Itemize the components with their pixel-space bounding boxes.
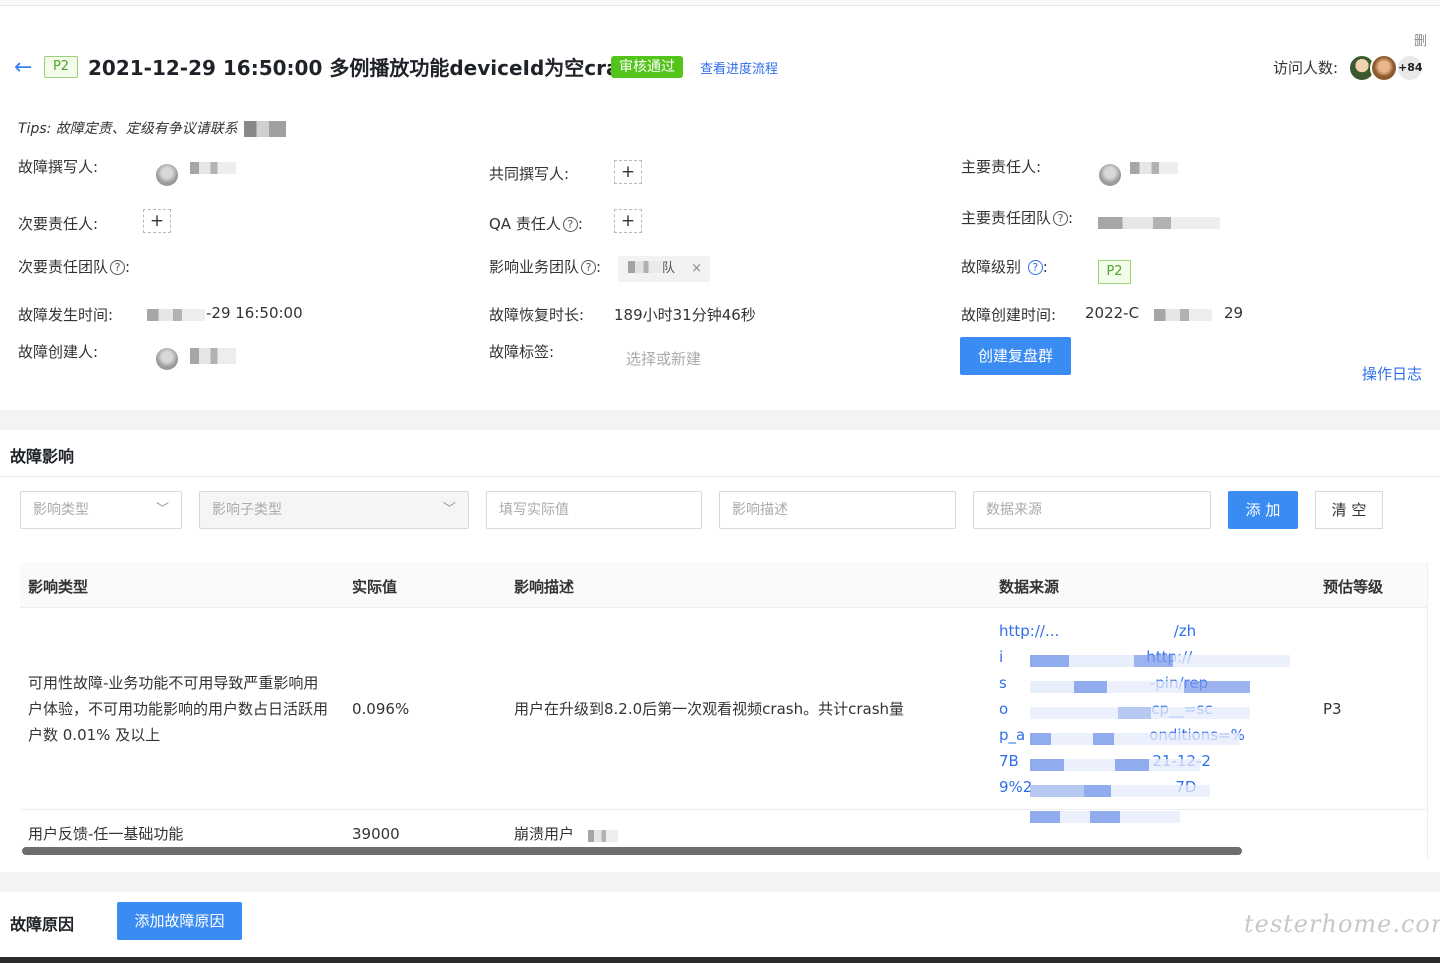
recovery-label: 故障恢复时长: (489, 306, 585, 324)
redacted-date (1154, 309, 1212, 321)
create-time-label: 故障创建时间: (961, 306, 1057, 324)
creator-label: 故障创建人: (18, 343, 99, 361)
brand-watermark: testerhome.com (1244, 910, 1440, 938)
impact-section-title: 故障影响 (10, 447, 75, 466)
operation-log-link[interactable]: 操作日志 (1362, 363, 1422, 384)
horizontal-scrollbar[interactable] (22, 847, 1242, 855)
redacted-url (1030, 733, 1240, 745)
actual-value-cell: 39000 (352, 825, 400, 843)
column-header: 影响描述 (514, 578, 575, 596)
add-coauthor-button[interactable]: + (614, 160, 642, 184)
redacted-author-name (190, 162, 236, 174)
view-progress-link[interactable]: 查看进度流程 (700, 58, 778, 77)
redacted-url (1030, 759, 1200, 771)
estimated-level-cell: P3 (1323, 700, 1342, 718)
impact-type-select[interactable]: 影响类型 ﹀ (20, 491, 182, 529)
data-source-input[interactable] (973, 491, 1211, 529)
redacted-owner-name (1130, 162, 1178, 174)
create-time-suffix: 29 (1224, 304, 1244, 322)
column-header: 预估等级 (1323, 578, 1384, 596)
add-qa-owner-button[interactable]: + (614, 209, 642, 233)
column-header: 数据来源 (999, 578, 1060, 596)
status-badge: 审核通过 (611, 56, 683, 78)
top-strip (0, 0, 1440, 6)
add-secondary-owner-button[interactable]: + (143, 209, 171, 233)
bottom-strip (0, 957, 1440, 963)
tags-label: 故障标签: (489, 343, 555, 361)
column-header: 实际值 (352, 578, 398, 596)
table-header (20, 562, 1427, 608)
impact-desc-cell: 崩溃用户 (514, 825, 575, 843)
impact-type-cell: 可用性故障-业务功能不可用导致严重影响用户体验，不可用功能影响的用户数占日活跃用… (28, 674, 329, 744)
owner-team-label: 主要责任团队?: (961, 209, 1074, 227)
impact-desc-cell: 用户在升级到8.2.0后第一次观看视频crash。共计crash量 (514, 700, 905, 718)
redacted-owner-team (1098, 217, 1220, 229)
redacted-team-name (628, 261, 662, 273)
section-divider (0, 872, 1440, 892)
redacted-url (1030, 681, 1250, 693)
column-header: 影响类型 (28, 578, 89, 596)
help-icon[interactable]: ? (581, 260, 597, 275)
help-icon[interactable]: ? (562, 217, 578, 232)
visitors-more-count[interactable]: +84 (1396, 54, 1424, 82)
add-cause-button[interactable]: 添加故障原因 (117, 902, 242, 940)
help-icon[interactable]: ? (1053, 211, 1069, 226)
owner-label: 主要责任人: (961, 158, 1042, 176)
affected-team-label: 影响业务团队?: (489, 258, 602, 276)
row-divider (20, 809, 1427, 810)
author-label: 故障撰写人: (18, 158, 99, 176)
redacted-url (1030, 811, 1180, 823)
delete-link[interactable]: 删 (1414, 30, 1427, 49)
redacted-date (147, 309, 205, 321)
impact-desc-input[interactable] (719, 491, 956, 529)
recovery-value: 189小时31分钟46秒 (614, 306, 756, 324)
page-title: 2021-12-29 16:50:00 多例播放功能deviceId为空cras… (88, 56, 646, 80)
chevron-down-icon: ﹀ (442, 502, 456, 517)
incident-header: ← P2 2021-12-29 16:50:00 多例播放功能deviceId为… (0, 40, 1440, 96)
avatar[interactable] (1370, 54, 1398, 82)
impact-type-cell: 用户反馈-任一基础功能 (28, 825, 184, 843)
coauthor-label: 共同撰写人: (489, 165, 570, 183)
redacted-creator-name (190, 348, 236, 364)
tags-input[interactable]: 选择或新建 (626, 348, 701, 369)
add-impact-button[interactable]: 添 加 (1228, 491, 1298, 529)
occur-time-value: -29 16:50:00 (206, 304, 303, 322)
actual-value-input[interactable] (486, 491, 702, 529)
section-divider (0, 410, 1440, 430)
tips-text: Tips: 故障定责、定级有争议请联系 (18, 118, 286, 138)
actual-value-cell: 0.096% (352, 700, 410, 718)
redacted-text (588, 830, 618, 842)
redacted-url (1030, 655, 1290, 667)
qa-owner-label: QA 责任人?: (489, 215, 583, 233)
occur-time-label: 故障发生时间: (18, 306, 114, 324)
help-icon[interactable]: ? (1027, 260, 1043, 275)
section-line (0, 476, 1440, 477)
author-avatar (156, 164, 178, 186)
create-time-prefix: 2022-C (1085, 304, 1140, 322)
chevron-down-icon: ﹀ (155, 502, 169, 517)
secondary-team-label: 次要责任团队?: (18, 258, 131, 276)
help-icon[interactable]: ? (110, 260, 126, 275)
cause-section-title: 故障原因 (10, 915, 75, 934)
creator-avatar (156, 348, 178, 370)
close-icon[interactable]: × (691, 256, 702, 282)
impact-subtype-select[interactable]: 影响子类型 ﹀ (199, 491, 469, 529)
redacted-contact (243, 121, 286, 137)
redacted-url (1030, 707, 1250, 719)
level-tag: P2 (44, 56, 78, 78)
impact-table: 影响类型 实际值 影响描述 数据来源 预估等级 可用性故障-业务功能不可用导致严… (20, 562, 1428, 860)
visitors-label: 访问人数: (1273, 59, 1339, 77)
level-label: 故障级别 ?: (961, 258, 1048, 276)
secondary-owner-label: 次要责任人: (18, 215, 99, 233)
redacted-url (1030, 785, 1210, 797)
owner-avatar (1099, 164, 1121, 186)
create-review-group-button[interactable]: 创建复盘群 (960, 337, 1071, 375)
affected-team-tag[interactable]: 队 × (618, 256, 710, 282)
level-value-tag[interactable]: P2 (1098, 260, 1131, 284)
clear-button[interactable]: 清 空 (1315, 491, 1383, 529)
back-arrow-icon[interactable]: ← (14, 56, 38, 80)
